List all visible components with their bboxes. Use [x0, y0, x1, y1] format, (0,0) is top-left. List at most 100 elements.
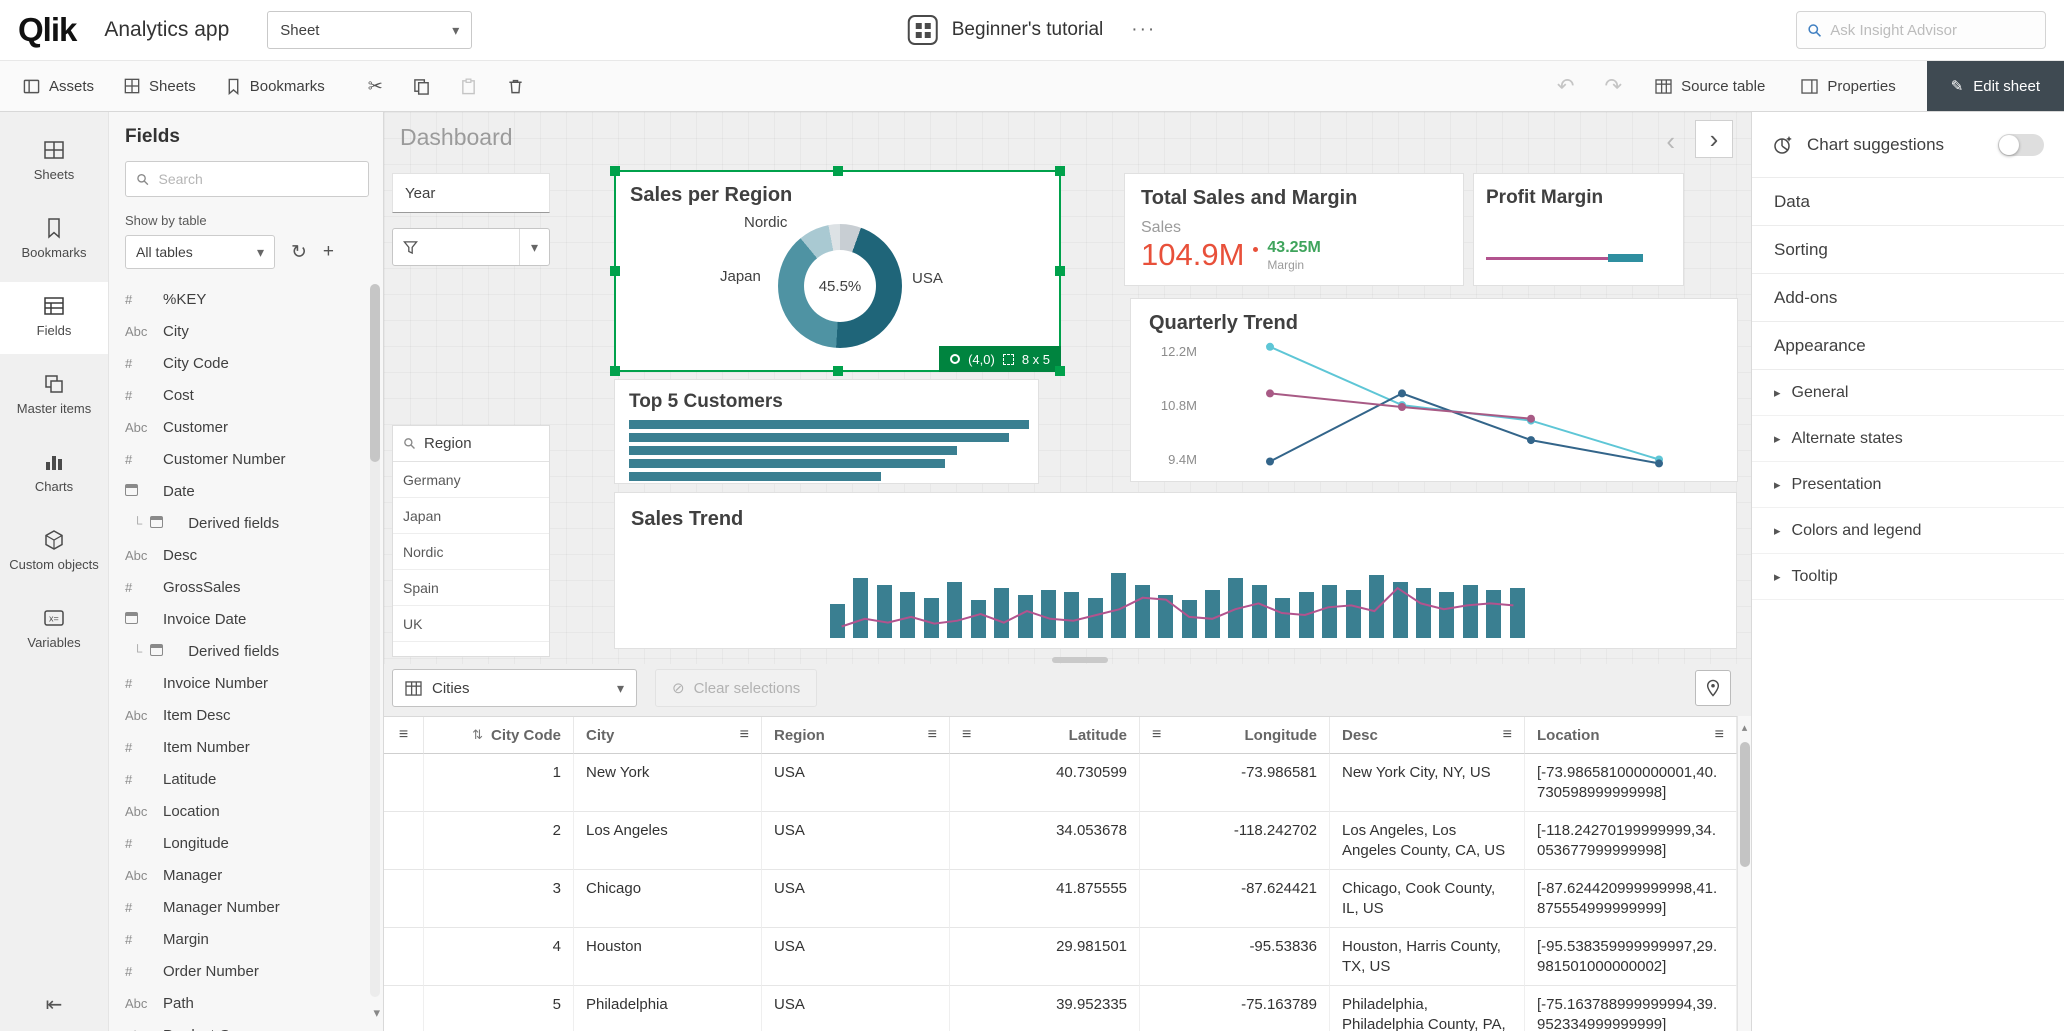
trend-line-sales[interactable] — [842, 588, 1514, 626]
column-header[interactable]: City≡ — [574, 717, 762, 754]
region-value[interactable]: UK — [393, 606, 549, 642]
clear-selections-button[interactable]: ⊘ Clear selections — [655, 669, 817, 707]
rail-item-fields[interactable]: Fields — [0, 282, 108, 354]
cyclic-icon[interactable]: ↻ — [291, 241, 307, 264]
rail-item-variables[interactable]: x= Variables — [0, 594, 108, 666]
table-row[interactable]: 4HoustonUSA29.981501-95.53836Houston, Ha… — [384, 928, 1737, 986]
data-point[interactable] — [1527, 436, 1535, 444]
panel-resize-handle[interactable] — [1052, 657, 1108, 663]
chart-suggestions-toggle[interactable] — [1998, 134, 2044, 156]
sales-trend-chart[interactable]: Sales Trend — [614, 492, 1737, 649]
field-item[interactable]: └Derived fields — [125, 507, 369, 539]
resize-handle[interactable] — [833, 166, 843, 176]
field-item[interactable]: #City Code — [125, 347, 369, 379]
bar[interactable] — [629, 433, 1009, 442]
field-item[interactable]: AbcPath — [125, 987, 369, 1019]
fields-scrollbar[interactable] — [370, 284, 380, 997]
collapse-panel-icon[interactable]: ⇤ — [0, 992, 108, 1017]
properties-button[interactable]: Properties — [1786, 61, 1910, 111]
profit-margin-chart[interactable]: Profit Margin — [1473, 173, 1684, 286]
scroll-up-icon[interactable]: ▴ — [1738, 721, 1751, 734]
gauge-segment[interactable] — [1486, 257, 1608, 260]
top5-customers-chart[interactable]: Top 5 Customers — [614, 379, 1039, 484]
data-point[interactable] — [1266, 389, 1274, 397]
column-header[interactable]: Desc≡ — [1330, 717, 1525, 754]
sheet-selector-dropdown[interactable]: Sheet ▾ — [267, 11, 472, 49]
rail-item-bookmarks[interactable]: Bookmarks — [0, 204, 108, 276]
bar[interactable] — [629, 446, 957, 455]
data-point[interactable] — [1266, 343, 1274, 351]
data-point[interactable] — [1527, 415, 1535, 423]
data-point[interactable] — [1266, 458, 1274, 466]
appearance-item[interactable]: ▸Tooltip — [1752, 554, 2064, 600]
delete-icon[interactable] — [507, 78, 524, 95]
field-item[interactable]: AbcLocation — [125, 795, 369, 827]
total-sales-margin-kpi[interactable]: Total Sales and Margin Sales 104.9M 43.2… — [1124, 173, 1464, 286]
field-item[interactable]: #Margin — [125, 923, 369, 955]
field-item[interactable]: #%KEY — [125, 283, 369, 315]
column-menu-icon[interactable]: ≡ — [399, 726, 408, 744]
column-menu-icon[interactable]: ≡ — [928, 726, 937, 744]
field-item[interactable]: AbcDesc — [125, 539, 369, 571]
column-menu-icon[interactable]: ≡ — [1715, 726, 1724, 744]
more-options-icon[interactable]: ··· — [1131, 19, 1156, 41]
field-item[interactable]: #Item Number — [125, 731, 369, 763]
resize-handle[interactable] — [610, 266, 620, 276]
rail-item-charts[interactable]: Charts — [0, 438, 108, 510]
trend-line-blue[interactable] — [1270, 393, 1659, 463]
quarterly-trend-chart[interactable]: Quarterly Trend 12.2M10.8M9.4M — [1130, 298, 1738, 482]
field-item[interactable]: Date — [125, 475, 369, 507]
pin-button[interactable] — [1695, 670, 1731, 706]
bar[interactable] — [629, 459, 945, 468]
field-item[interactable]: #Cost — [125, 379, 369, 411]
table-row[interactable]: 5PhiladelphiaUSA39.952335-75.163789Phila… — [384, 986, 1737, 1031]
region-value[interactable]: Japan — [393, 498, 549, 534]
data-point[interactable] — [1398, 389, 1406, 397]
rail-item-custom-objects[interactable]: Custom objects — [0, 516, 108, 588]
column-menu-icon[interactable]: ≡ — [962, 726, 971, 744]
field-item[interactable]: #Manager Number — [125, 891, 369, 923]
column-header[interactable]: Region≡ — [762, 717, 950, 754]
region-filter-header[interactable]: Region — [393, 426, 549, 462]
rail-item-master-items[interactable]: Master items — [0, 360, 108, 432]
resize-handle[interactable] — [833, 366, 843, 376]
table-scrollbar[interactable]: ▴ — [1737, 716, 1751, 1031]
prop-section-data[interactable]: Data — [1752, 178, 2064, 226]
field-item[interactable]: AbcItem Desc — [125, 699, 369, 731]
field-item[interactable]: Invoice Date — [125, 603, 369, 635]
column-header[interactable]: ≡Latitude — [950, 717, 1140, 754]
field-item[interactable]: #Latitude — [125, 763, 369, 795]
cities-dropdown[interactable]: Cities ▾ — [392, 669, 637, 707]
fields-search-input[interactable] — [158, 171, 358, 187]
resize-handle[interactable] — [1055, 166, 1065, 176]
redo-icon[interactable]: ↷ — [1592, 74, 1634, 99]
copy-icon[interactable] — [413, 78, 430, 95]
all-tables-dropdown[interactable]: All tables ▾ — [125, 235, 275, 269]
edit-sheet-button[interactable]: ✎ Edit sheet — [1927, 61, 2064, 111]
previous-sheet-icon[interactable]: ‹ — [1666, 126, 1675, 157]
column-header[interactable]: ⇅City Code — [424, 717, 574, 754]
field-item[interactable]: AbcCity — [125, 315, 369, 347]
data-point[interactable] — [1655, 459, 1663, 467]
undo-icon[interactable]: ↶ — [1545, 74, 1587, 99]
resize-handle[interactable] — [1055, 366, 1065, 376]
field-item[interactable]: #Invoice Number — [125, 667, 369, 699]
year-filter[interactable]: Year — [392, 173, 550, 213]
bar[interactable] — [629, 420, 1029, 429]
column-header[interactable]: ≡ — [384, 717, 424, 754]
bookmarks-button[interactable]: Bookmarks — [211, 61, 340, 111]
filter-dropdown[interactable]: ▾ — [392, 228, 550, 266]
column-menu-icon[interactable]: ≡ — [1503, 726, 1512, 744]
resize-handle[interactable] — [1055, 266, 1065, 276]
region-value[interactable]: Spain — [393, 570, 549, 606]
assets-button[interactable]: Assets — [8, 61, 109, 111]
prop-section-add-ons[interactable]: Add-ons — [1752, 274, 2064, 322]
sheets-button[interactable]: Sheets — [109, 61, 211, 111]
column-header[interactable]: ≡Longitude — [1140, 717, 1330, 754]
gauge-segment[interactable] — [1608, 254, 1643, 262]
field-item[interactable]: └Derived fields — [125, 635, 369, 667]
field-item[interactable]: #Order Number — [125, 955, 369, 987]
next-sheet-button[interactable]: › — [1695, 120, 1733, 158]
table-row[interactable]: 2Los AngelesUSA34.053678-118.242702Los A… — [384, 812, 1737, 870]
table-row[interactable]: 1New YorkUSA40.730599-73.986581New York … — [384, 754, 1737, 812]
